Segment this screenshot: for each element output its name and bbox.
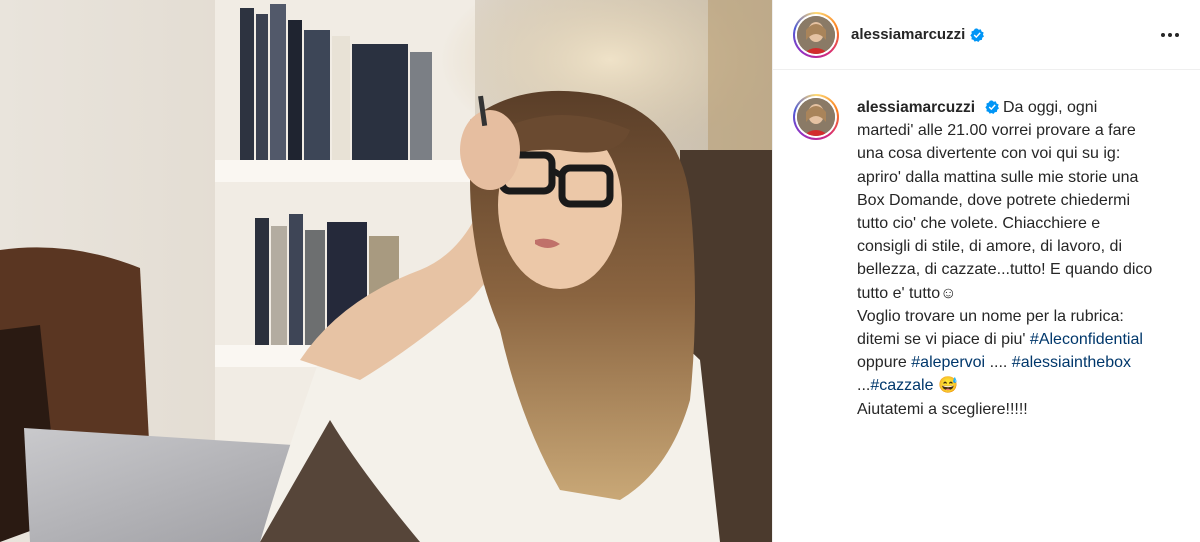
post-side-panel: alessiamarcuzzi alessiamarcuzzi Da oggi,… <box>772 0 1200 542</box>
header-username[interactable]: alessiamarcuzzi <box>851 26 965 43</box>
verified-badge-icon <box>984 100 999 114</box>
caption-line: ... <box>857 377 871 395</box>
verified-badge-icon <box>970 27 985 42</box>
post-photo[interactable] <box>0 0 772 542</box>
caption-line: Aiutatemi a scegliere!!!!! <box>857 400 1028 418</box>
grin-sweat-emoji: 😅 <box>937 377 958 395</box>
smile-emoji: ☺ <box>940 284 957 302</box>
caption-text: alessiamarcuzzi Da oggi, ogni martedi' a… <box>857 96 1184 421</box>
caption-line: Voglio trovare un nome per la rubrica: <box>857 307 1124 325</box>
hashtag-link[interactable]: #alessiainthebox <box>1012 354 1131 371</box>
caption-line: Box Domande, dove potrete chiedermi <box>857 191 1131 209</box>
hashtag-link[interactable]: #alepervoi <box>911 354 985 371</box>
post-header: alessiamarcuzzi <box>773 0 1200 70</box>
caption-line: ditemi se vi piace di piu' <box>857 331 1026 349</box>
avatar-story-ring[interactable] <box>793 11 839 58</box>
caption-line: apriro' dalla mattina sulle mie storie u… <box>857 168 1139 186</box>
caption-line: tutto e' tutto <box>857 284 941 302</box>
caption-line: Da oggi, ogni <box>1002 99 1098 116</box>
photo-illustration <box>0 0 772 542</box>
caption-line: bellezza, di cazzate...tutto! E quando d… <box>857 261 1153 279</box>
caption-line: martedi' alle 21.00 vorrei provare a far… <box>857 122 1136 140</box>
hashtag-link[interactable]: #cazzale <box>870 377 933 394</box>
caption-username[interactable]: alessiamarcuzzi <box>857 99 975 116</box>
instagram-post: alessiamarcuzzi alessiamarcuzzi Da oggi,… <box>0 0 1200 542</box>
hashtag-link[interactable]: #Aleconfidential <box>1030 331 1143 348</box>
caption-line: consigli di stile, di amore, di lavoro, … <box>857 238 1123 256</box>
caption-line: una cosa divertente con voi qui su ig: <box>857 145 1121 163</box>
caption-line: .... <box>989 354 1008 372</box>
caption-avatar <box>797 98 835 136</box>
avatar <box>797 15 835 54</box>
more-horizontal-icon[interactable] <box>1156 21 1184 49</box>
caption-avatar-ring[interactable] <box>793 94 839 140</box>
caption: alessiamarcuzzi Da oggi, ogni martedi' a… <box>773 70 1200 421</box>
caption-line: oppure <box>857 354 907 372</box>
caption-line: tutto cio' che volete. Chiacchiere e <box>857 215 1101 233</box>
